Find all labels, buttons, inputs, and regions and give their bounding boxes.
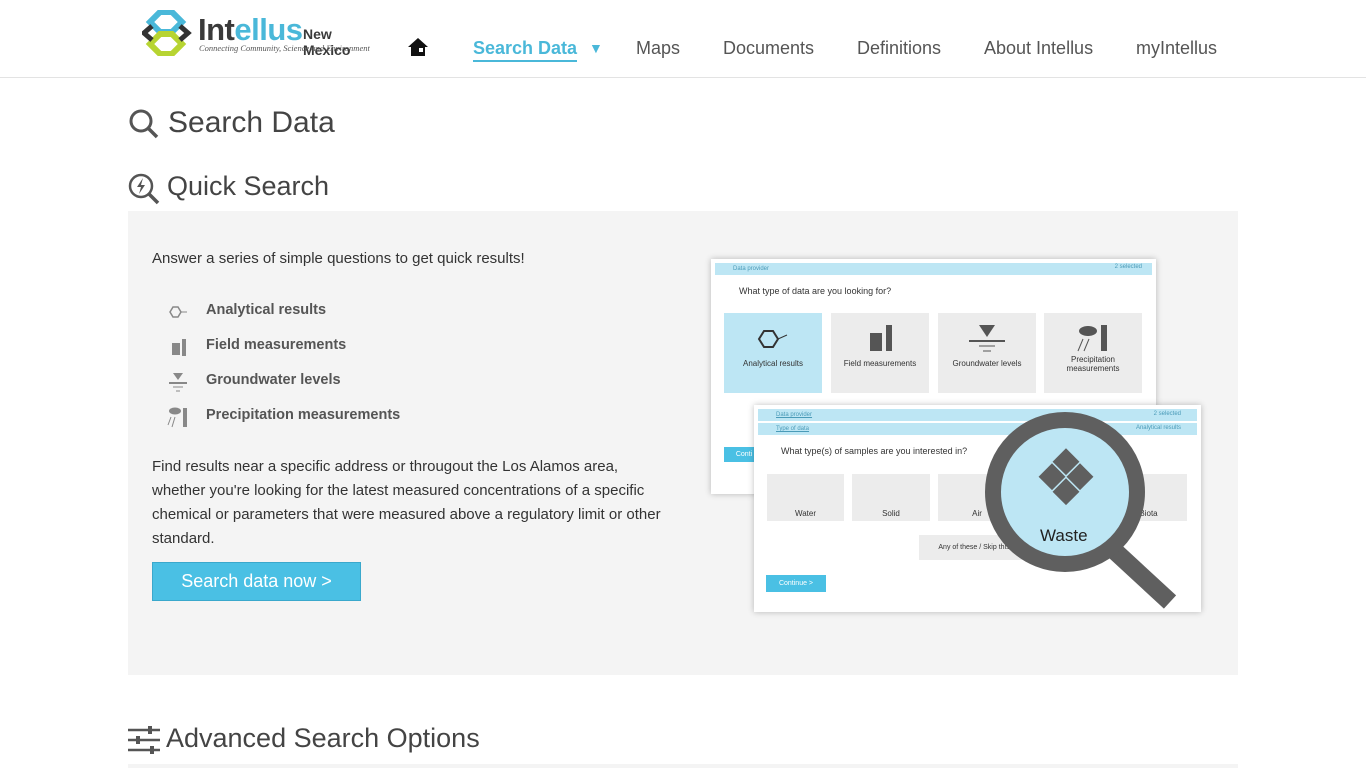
home-icon[interactable] bbox=[407, 37, 429, 57]
search-data-now-button[interactable]: Search data now > bbox=[152, 562, 361, 601]
logo-mark-icon bbox=[142, 10, 192, 56]
quick-search-title: Quick Search bbox=[167, 171, 330, 201]
nav-search-data[interactable]: Search Data bbox=[473, 38, 578, 62]
nav-documents[interactable]: Documents bbox=[723, 38, 814, 59]
tile-field: Field measurements bbox=[831, 313, 929, 393]
magnified-label: Waste bbox=[1040, 526, 1088, 545]
logo-region: New Mexico bbox=[303, 26, 351, 58]
page-title: Search Data bbox=[168, 106, 335, 139]
logo-tagline: Connecting Community, Science and Enviro… bbox=[199, 43, 370, 53]
tile-precipitation: Precipitation measurements bbox=[1044, 313, 1142, 393]
chevron-down-icon[interactable]: ▼ bbox=[589, 40, 603, 56]
intellus-logo[interactable]: Intellus New Mexico Connecting Community… bbox=[142, 10, 382, 60]
feature-groundwater-levels: Groundwater levels bbox=[206, 372, 341, 388]
quick-search-icon bbox=[128, 173, 160, 205]
quick-search-intro: Answer a series of simple questions to g… bbox=[152, 250, 525, 267]
sliders-icon bbox=[128, 726, 160, 754]
magnifier-icon bbox=[985, 412, 1177, 609]
feature-precipitation: Precipitation measurements bbox=[206, 407, 401, 423]
quick-search-description: Find results near a specific address or … bbox=[152, 458, 661, 547]
search-icon bbox=[129, 109, 159, 139]
advanced-search-title: Advanced Search Options bbox=[166, 723, 480, 753]
analytical-results-icon bbox=[169, 306, 187, 318]
nav-definitions[interactable]: Definitions bbox=[857, 38, 941, 59]
tile-analytical: Analytical results bbox=[724, 313, 822, 393]
feature-analytical-results: Analytical results bbox=[206, 302, 327, 318]
site-header: Intellus New Mexico Connecting Community… bbox=[0, 0, 1366, 78]
field-measurements-icon bbox=[172, 339, 186, 356]
nav-maps[interactable]: Maps bbox=[636, 38, 680, 59]
nav-myintellus[interactable]: myIntellus bbox=[1136, 38, 1217, 59]
groundwater-levels-icon bbox=[169, 373, 187, 392]
advanced-panel-top bbox=[128, 764, 1238, 768]
precipitation-icon bbox=[167, 407, 187, 428]
nav-about[interactable]: About Intellus bbox=[984, 38, 1093, 59]
feature-field-measurements: Field measurements bbox=[206, 337, 347, 353]
tile-groundwater: Groundwater levels bbox=[938, 313, 1036, 393]
